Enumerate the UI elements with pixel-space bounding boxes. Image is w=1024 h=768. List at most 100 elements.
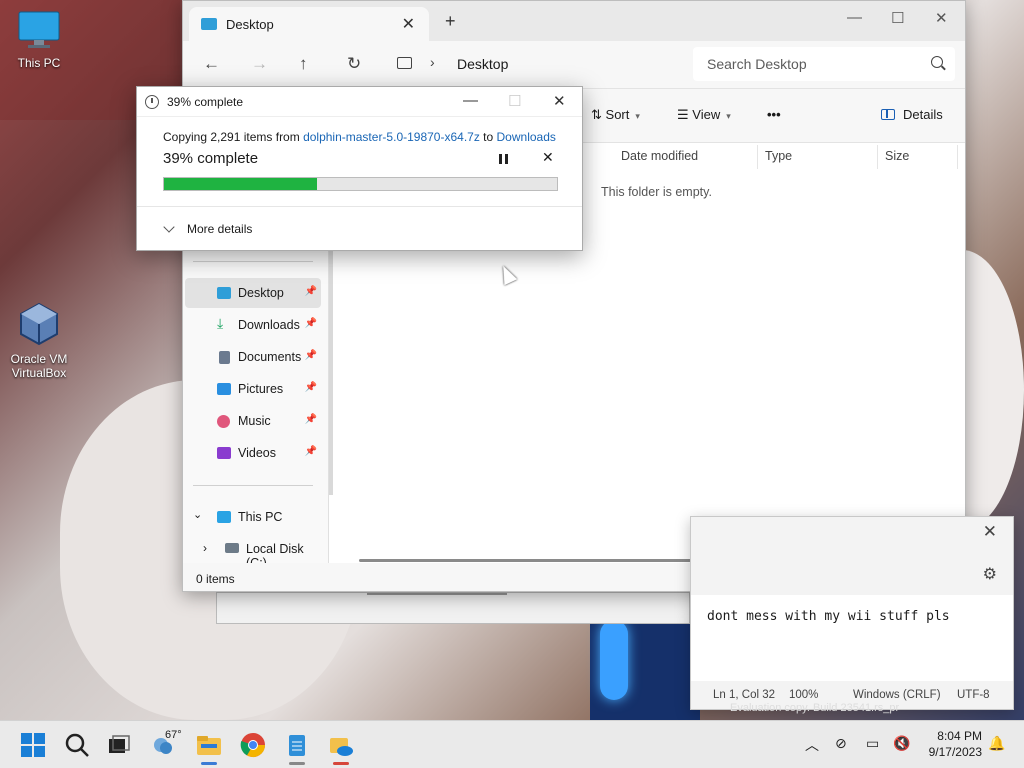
back-button[interactable]: ← bbox=[203, 54, 220, 74]
view-label: View bbox=[692, 107, 721, 122]
pin-icon: 📌 bbox=[304, 350, 317, 361]
drive-icon bbox=[225, 543, 239, 553]
search-icon[interactable] bbox=[63, 731, 91, 759]
chevron-down-icon[interactable]: ⌄ bbox=[193, 508, 202, 521]
new-tab-button[interactable]: + bbox=[445, 11, 456, 32]
evaluation-watermark: Evaluation copy. Build 23541.rs_pr bbox=[730, 702, 900, 714]
chevron-right-icon[interactable]: › bbox=[430, 54, 435, 70]
column-type[interactable]: Type bbox=[765, 149, 792, 163]
download-icon: ⤓ bbox=[217, 315, 224, 331]
documents-icon bbox=[219, 351, 230, 364]
volume-icon[interactable]: 🔇 bbox=[893, 735, 910, 752]
maximize-button[interactable]: ☐ bbox=[891, 9, 904, 27]
chevron-up-icon[interactable]: ︿ bbox=[805, 735, 819, 755]
refresh-button[interactable]: ↻ bbox=[347, 54, 361, 74]
desktop-folder-icon bbox=[217, 287, 231, 299]
chevron-down-icon: ▾ bbox=[635, 111, 640, 121]
sidebar-item-label: Downloads bbox=[238, 318, 300, 332]
notification-bell-icon[interactable]: 🔔 bbox=[988, 735, 1005, 752]
network-icon[interactable]: ⊘ bbox=[835, 735, 847, 752]
percent-complete: 39% complete bbox=[163, 150, 259, 167]
up-button[interactable]: ↑ bbox=[299, 54, 308, 74]
close-tab-icon[interactable]: ✕ bbox=[402, 14, 415, 34]
desktop-icon-this-pc[interactable]: This PC bbox=[4, 10, 74, 70]
notepad-header: ✕ ⚙ bbox=[691, 517, 1013, 595]
close-button[interactable]: ✕ bbox=[553, 92, 566, 110]
notepad-icon[interactable] bbox=[283, 731, 311, 759]
display-icon[interactable]: ▭ bbox=[866, 735, 879, 752]
desktop-icon-label: Oracle VM VirtualBox bbox=[10, 352, 68, 380]
view-icon: ☰ bbox=[677, 107, 689, 122]
close-button[interactable]: ✕ bbox=[935, 9, 948, 27]
pin-icon: 📌 bbox=[304, 318, 317, 329]
details-pane-button[interactable]: Details bbox=[881, 107, 943, 122]
text-editor[interactable]: dont mess with my wii stuff pls bbox=[707, 609, 950, 624]
notepad-window: ✕ ⚙ dont mess with my wii stuff pls Ln 1… bbox=[690, 516, 1014, 710]
onedrive-folder-icon[interactable] bbox=[327, 731, 355, 759]
details-pane-icon bbox=[881, 109, 895, 120]
search-placeholder: Search Desktop bbox=[707, 56, 807, 72]
tab-desktop[interactable]: Desktop ✕ bbox=[189, 7, 429, 41]
pin-icon: 📌 bbox=[304, 446, 317, 457]
title-bar: Desktop ✕ + — ☐ ✕ bbox=[183, 1, 965, 41]
sidebar-item-label: Pictures bbox=[238, 382, 284, 396]
destination-link[interactable]: Downloads bbox=[497, 130, 556, 144]
chevron-right-icon[interactable]: › bbox=[203, 541, 207, 555]
pause-icon[interactable] bbox=[499, 154, 508, 164]
sidebar-item-local-disk[interactable]: › Local Disk (C:) bbox=[185, 534, 321, 570]
sort-button[interactable]: ⇅ Sort ▾ bbox=[591, 107, 640, 123]
view-button[interactable]: ☰ View ▾ bbox=[677, 107, 731, 123]
sidebar-item-music[interactable]: Music 📌 bbox=[185, 406, 321, 436]
column-size[interactable]: Size bbox=[885, 149, 909, 163]
file-explorer-icon[interactable] bbox=[195, 731, 223, 759]
desktop-icon-virtualbox[interactable]: Oracle VM VirtualBox bbox=[4, 302, 74, 380]
sidebar-item-videos[interactable]: Videos 📌 bbox=[185, 438, 321, 468]
monitor-icon[interactable] bbox=[397, 57, 412, 69]
more-options-button[interactable]: ••• bbox=[767, 107, 781, 122]
chevron-down-icon[interactable] bbox=[163, 221, 175, 233]
copy-to-word: to bbox=[479, 130, 497, 144]
active-indicator bbox=[201, 762, 217, 765]
divider[interactable] bbox=[957, 145, 958, 169]
column-date-modified[interactable]: Date modified bbox=[621, 149, 698, 163]
column-headers: Date modified Type Size bbox=[593, 143, 965, 173]
copy-prefix: Copying 2,291 items from bbox=[163, 130, 304, 144]
clock-time[interactable]: 8:04 PM bbox=[920, 729, 982, 743]
close-button[interactable]: ✕ bbox=[983, 522, 997, 542]
sidebar-item-pictures[interactable]: Pictures 📌 bbox=[185, 374, 321, 404]
videos-icon bbox=[217, 447, 231, 459]
divider[interactable] bbox=[757, 145, 758, 169]
cancel-icon[interactable]: ✕ bbox=[542, 149, 554, 166]
sort-label: Sort bbox=[605, 107, 630, 122]
minimize-button[interactable]: — bbox=[463, 92, 478, 109]
divider[interactable] bbox=[877, 145, 878, 169]
virtualbox-icon bbox=[20, 302, 58, 346]
sidebar-item-this-pc[interactable]: ⌄ This PC bbox=[185, 502, 321, 532]
source-link[interactable]: dolphin-master-5.0-19870-x64.7z bbox=[303, 130, 480, 144]
weather-temperature: 67° bbox=[165, 729, 182, 741]
sidebar-item-label: Videos bbox=[238, 446, 276, 460]
divider bbox=[137, 206, 582, 207]
sidebar-item-documents[interactable]: Documents 📌 bbox=[185, 342, 321, 372]
scrollbar[interactable] bbox=[367, 593, 507, 595]
gear-icon[interactable]: ⚙ bbox=[983, 564, 997, 584]
sidebar-item-downloads[interactable]: ⤓ Downloads 📌 bbox=[185, 310, 321, 340]
clock-date[interactable]: 9/17/2023 bbox=[920, 745, 982, 759]
breadcrumb[interactable]: Desktop bbox=[457, 56, 508, 72]
more-details-button[interactable]: More details bbox=[187, 222, 252, 236]
sidebar-item-label: Documents bbox=[238, 350, 302, 364]
empty-folder-message: This folder is empty. bbox=[601, 185, 712, 199]
forward-button[interactable]: → bbox=[251, 54, 268, 74]
sidebar-item-label: Desktop bbox=[238, 286, 284, 300]
task-view-icon[interactable] bbox=[105, 731, 133, 759]
clock-icon bbox=[145, 95, 159, 109]
start-button[interactable] bbox=[19, 731, 47, 759]
chevron-down-icon: ▾ bbox=[726, 111, 731, 121]
sidebar-item-label: This PC bbox=[238, 510, 283, 524]
sort-icon: ⇅ bbox=[591, 107, 602, 122]
sidebar-item-desktop[interactable]: Desktop 📌 bbox=[185, 278, 321, 308]
chrome-icon[interactable] bbox=[239, 731, 267, 759]
minimize-button[interactable]: — bbox=[847, 9, 862, 26]
search-input[interactable]: Search Desktop bbox=[693, 47, 955, 81]
background-window[interactable] bbox=[216, 592, 690, 624]
